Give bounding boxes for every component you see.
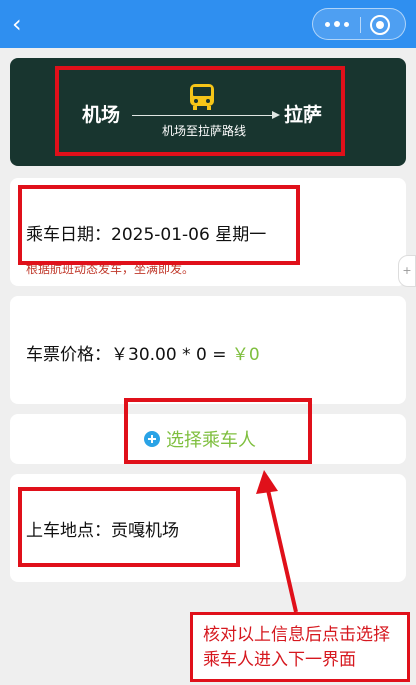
ticket-price: 车票价格：￥30.00 * 0 = ￥0 [26,340,260,365]
side-float-tab[interactable]: + [398,255,416,287]
price-formula: 车票价格：￥30.00 * 0 = [26,345,232,365]
highlight-box-select [124,398,312,464]
capsule-divider [360,17,361,33]
annotation-line-1: 核对以上信息后点击选择 [203,625,390,645]
price-total: ￥0 [231,345,260,365]
highlight-box-date [18,185,300,265]
price-card: 车票价格：￥30.00 * 0 = ￥0 [10,296,406,404]
target-icon[interactable] [370,15,390,35]
top-nav-bar: ‹ [0,0,416,48]
more-dots-icon[interactable] [313,9,360,39]
annotation-line-2: 乘车人进入下一界面 [203,650,356,670]
chevron-left-icon[interactable]: ‹ [12,10,34,38]
highlight-box-boarding [18,487,240,567]
highlight-box-route [55,66,345,156]
mini-program-capsule [312,8,406,40]
annotation-note: 核对以上信息后点击选择 乘车人进入下一界面 [190,612,410,682]
